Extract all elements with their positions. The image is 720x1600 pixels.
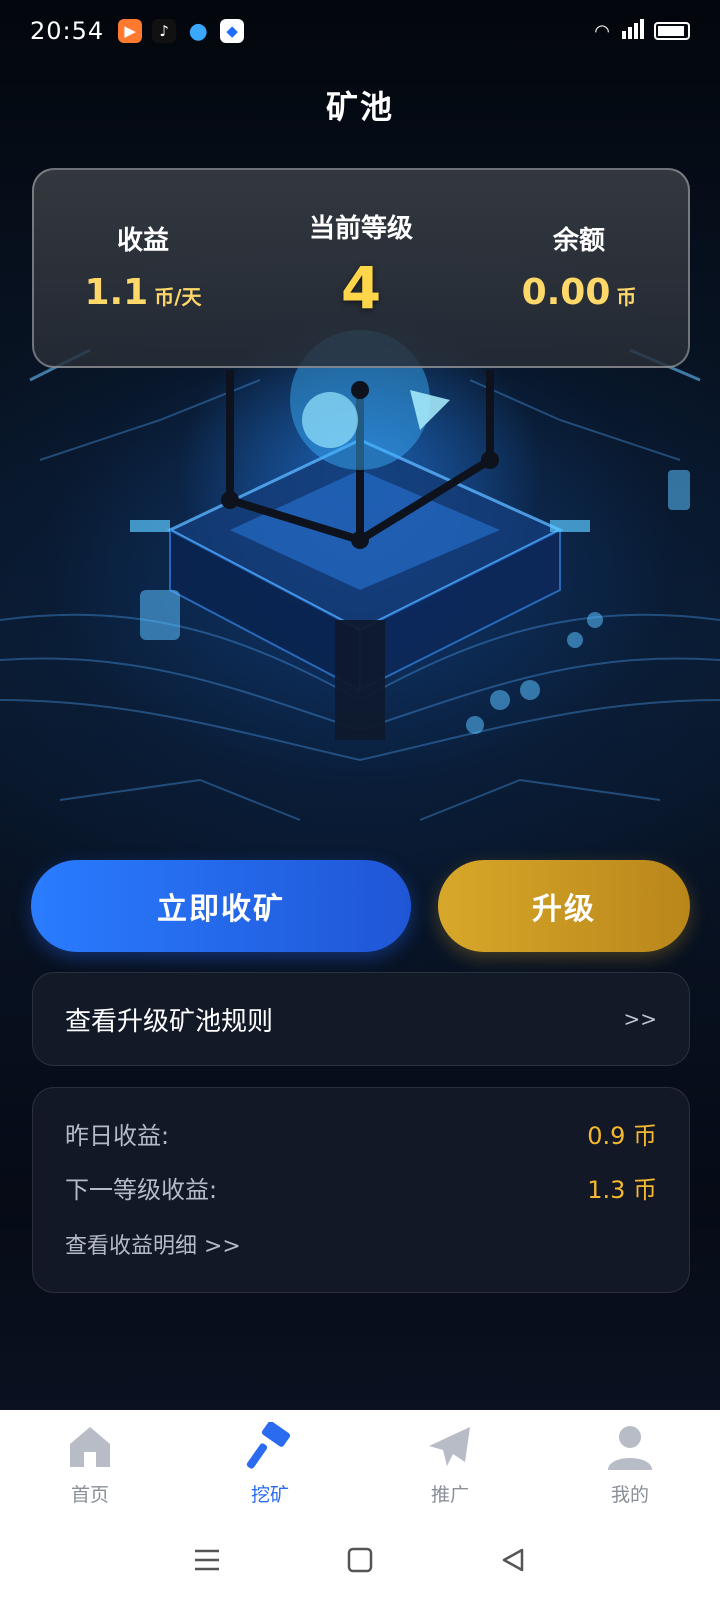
rules-text: 查看升级矿池规则 xyxy=(65,1006,274,1037)
level-value: 4 xyxy=(253,254,469,322)
tiktok-icon: ♪ xyxy=(152,19,177,43)
home-square-icon[interactable] xyxy=(340,1540,380,1580)
nav-item-home[interactable]: 首页 xyxy=(0,1410,180,1520)
nav-item-profile[interactable]: 我的 xyxy=(540,1410,720,1520)
page-title: 矿池 xyxy=(325,88,394,126)
menu-icon[interactable] xyxy=(187,1540,227,1580)
balance-unit: 币 xyxy=(616,285,637,309)
yesterday-income-value: 0.9 币 xyxy=(587,1122,657,1150)
battery-icon xyxy=(654,22,690,40)
nav-item-mining[interactable]: 挖矿 xyxy=(180,1410,360,1520)
level-label: 当前等级 xyxy=(308,214,413,244)
yesterday-income-row: 昨日收益: 0.9 币 xyxy=(65,1116,657,1151)
income-detail-link[interactable]: 查看收益明细 >> xyxy=(65,1228,241,1260)
income-label: 收益 xyxy=(116,226,169,256)
browser-icon: ◆ xyxy=(220,19,245,43)
bilibili-icon: ▶ xyxy=(118,19,143,43)
back-icon[interactable] xyxy=(493,1540,533,1580)
balance-number: 0.00 xyxy=(521,272,611,313)
status-indicators: ◠ xyxy=(594,19,690,43)
system-nav-bar xyxy=(0,1520,720,1600)
qq-icon: ● xyxy=(188,18,208,44)
nav-label-home: 首页 xyxy=(70,1484,109,1506)
nav-label-profile: 我的 xyxy=(610,1484,649,1506)
paper-plane-icon xyxy=(429,1427,470,1466)
next-level-income-row: 下一等级收益: 1.3 币 xyxy=(65,1170,657,1205)
rules-arrow-icon: >> xyxy=(623,1007,657,1031)
signal-icon xyxy=(620,19,644,43)
balance-value: 0.00 币 xyxy=(471,272,687,313)
status-time: 20:54 xyxy=(30,17,105,45)
income-value: 1.1 币/天 xyxy=(35,272,251,313)
upgrade-rules-link[interactable]: 查看升级矿池规则 >> xyxy=(32,972,690,1066)
income-unit: 币/天 xyxy=(154,285,202,309)
level-number: 4 xyxy=(340,254,382,322)
bottom-nav: 首页 挖矿 推广 我的 xyxy=(0,1410,720,1520)
user-icon xyxy=(608,1426,652,1470)
nav-label-promote: 推广 xyxy=(430,1484,469,1506)
nav-item-promote[interactable]: 推广 xyxy=(360,1410,540,1520)
nav-label-mining: 挖矿 xyxy=(250,1484,289,1506)
collect-button[interactable]: 立即收矿 xyxy=(31,860,411,952)
income-card: 昨日收益: 0.9 币 下一等级收益: 1.3 币 查看收益明细 >> xyxy=(32,1087,690,1293)
yesterday-income-label: 昨日收益: xyxy=(65,1122,170,1150)
income-stat: 收益 1.1 币/天 xyxy=(35,170,251,366)
hammer-icon xyxy=(246,1422,291,1469)
home-icon xyxy=(70,1427,110,1467)
income-number: 1.1 xyxy=(84,272,149,313)
stats-card: 收益 1.1 币/天 当前等级 4 余额 0.00 币 xyxy=(32,168,690,368)
next-level-income-label: 下一等级收益: xyxy=(65,1176,218,1204)
upgrade-button[interactable]: 升级 xyxy=(438,860,690,952)
level-stat: 当前等级 4 xyxy=(253,170,469,366)
wifi-icon: ◠ xyxy=(594,20,610,42)
balance-stat: 余额 0.00 币 xyxy=(471,170,687,366)
next-level-income-value: 1.3 币 xyxy=(587,1176,657,1204)
balance-label: 余额 xyxy=(552,226,605,256)
status-bar: 20:54 ▶ ♪ ● ◆ ◠ xyxy=(0,0,720,62)
